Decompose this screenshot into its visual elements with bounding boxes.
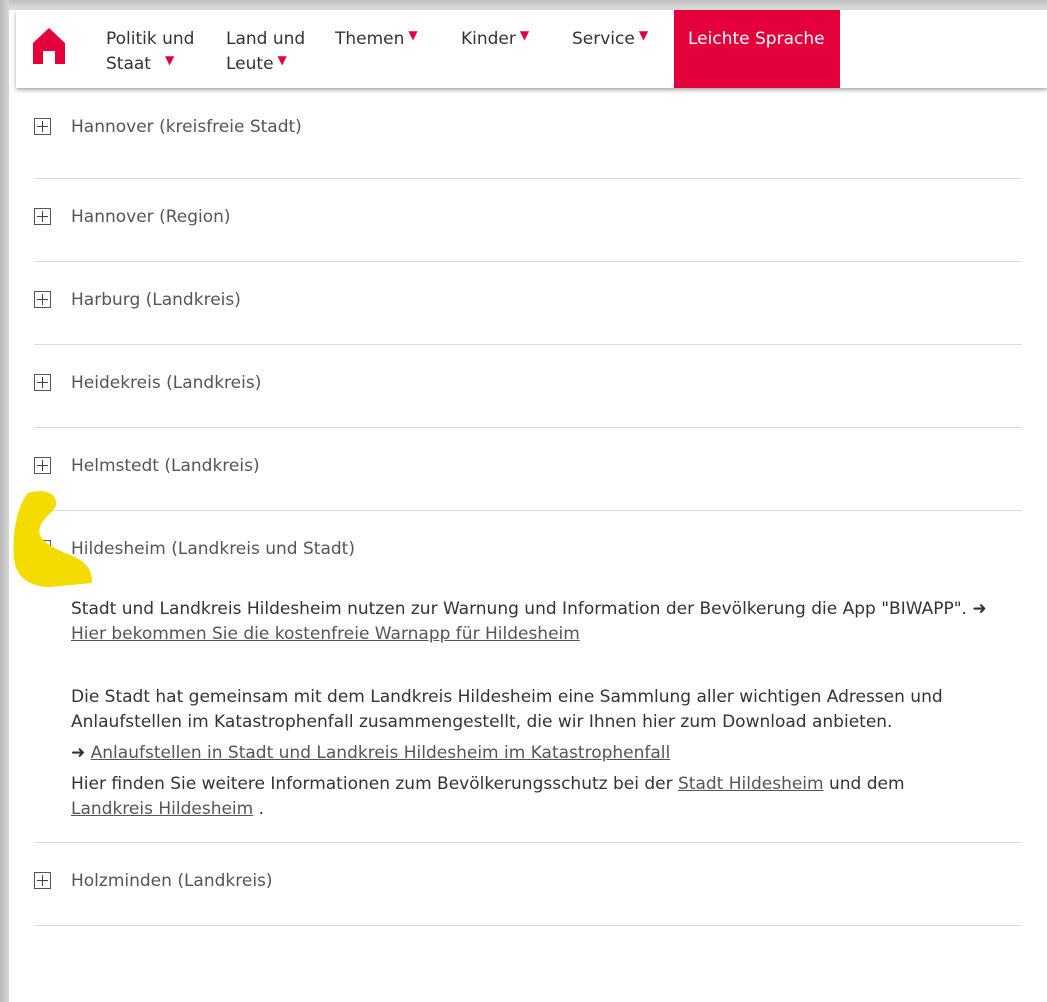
accordion-item: Harburg (Landkreis) — [34, 262, 1022, 345]
anlaufstellen-link[interactable]: Anlaufstellen in Stadt und Landkreis Hil… — [91, 743, 671, 763]
accordion-title: Hannover (Region) — [71, 207, 231, 227]
expand-plus-icon[interactable] — [34, 118, 51, 135]
nav-label-line1: Politik und — [106, 29, 195, 49]
nav-item-themen[interactable]: Themen ▼ — [335, 27, 418, 52]
browser-frame-top — [0, 0, 1047, 10]
accordion-item: Holzminden (Landkreis) — [34, 843, 1022, 926]
nav-label-line1: Land und — [226, 29, 306, 49]
nav-item-service[interactable]: Service ▼ — [572, 27, 648, 52]
weitere-info-paragraph: Hier finden Sie weitere Informationen zu… — [71, 772, 1022, 822]
nav-label: Kinder — [461, 29, 516, 49]
biwapp-text: Stadt und Landkreis Hildesheim nutzen zu… — [71, 599, 987, 619]
warnapp-link[interactable]: Hier bekommen Sie die kostenfreie Warnap… — [71, 624, 580, 644]
accordion-item: Hannover (kreisfreie Stadt) — [34, 90, 1022, 179]
accordion-item-expanded: Hildesheim (Landkreis und Stadt) Stadt u… — [34, 511, 1022, 843]
nav-item-land-und-leute[interactable]: Land und Leute ▼ — [226, 27, 305, 77]
weitere-info-mid: und dem — [823, 774, 905, 794]
nav-label: Themen — [335, 29, 405, 49]
expand-plus-icon[interactable] — [34, 374, 51, 391]
expand-plus-icon[interactable] — [34, 291, 51, 308]
accordion-title: Heidekreis (Landkreis) — [71, 373, 262, 393]
accordion-header-hannover-region[interactable]: Hannover (Region) — [34, 179, 1022, 261]
nav-item-kinder[interactable]: Kinder ▼ — [461, 27, 529, 52]
expand-plus-icon[interactable] — [34, 872, 51, 889]
accordion-header-harburg[interactable]: Harburg (Landkreis) — [34, 262, 1022, 344]
landkreis-hildesheim-link[interactable]: Landkreis Hildesheim — [71, 799, 253, 819]
accordion-header-hildesheim[interactable]: Hildesheim (Landkreis und Stadt) — [34, 511, 1022, 593]
nav-item-leichte-sprache[interactable]: Leichte Sprache — [674, 10, 840, 88]
accordion-header-hannover-kreisfreie-stadt[interactable]: Hannover (kreisfreie Stadt) — [34, 90, 1022, 178]
arrow-icon: ➜ — [71, 743, 91, 763]
nav-label: Service — [572, 29, 635, 49]
browser-frame-left — [0, 0, 9, 1002]
accordion-title: Holzminden (Landkreis) — [71, 871, 273, 891]
expand-plus-icon[interactable] — [34, 457, 51, 474]
accordion-item: Heidekreis (Landkreis) — [34, 345, 1022, 428]
main-navigation: Politik und Staat ▼ Land und Leute ▼ Theme… — [16, 10, 1047, 88]
sammlung-paragraph: Die Stadt hat gemeinsam mit dem Landkrei… — [71, 687, 943, 732]
dropdown-triangle-icon: ▼ — [519, 28, 530, 42]
accordion-header-holzminden[interactable]: Holzminden (Landkreis) — [34, 843, 1022, 925]
home-icon[interactable] — [32, 27, 66, 65]
accordion-header-heidekreis[interactable]: Heidekreis (Landkreis) — [34, 345, 1022, 427]
anlaufstellen-paragraph: ➜ Anlaufstellen in Stadt und Landkreis H… — [71, 741, 1022, 766]
weitere-info-text: Hier finden Sie weitere Informationen zu… — [71, 774, 678, 794]
district-accordion: Hannover (kreisfreie Stadt) Hannover (Re… — [34, 90, 1022, 926]
accordion-title: Harburg (Landkreis) — [71, 290, 241, 310]
dropdown-triangle-icon: ▼ — [164, 53, 175, 67]
accordion-header-helmstedt[interactable]: Helmstedt (Landkreis) — [34, 428, 1022, 510]
accordion-item: Helmstedt (Landkreis) — [34, 428, 1022, 511]
accordion-item: Hannover (Region) — [34, 179, 1022, 262]
nav-item-politik-und-staat[interactable]: Politik und Staat ▼ — [106, 27, 194, 77]
nav-label-line2: Leute — [226, 54, 274, 74]
expand-plus-icon[interactable] — [34, 208, 51, 225]
accordion-title: Hildesheim (Landkreis und Stadt) — [71, 539, 355, 559]
yellow-highlight-mark — [13, 491, 92, 587]
accordion-title: Hannover (kreisfreie Stadt) — [71, 117, 302, 137]
dropdown-triangle-icon: ▼ — [408, 28, 418, 42]
weitere-info-end: . — [253, 799, 265, 819]
dropdown-triangle-icon: ▼ — [277, 53, 287, 67]
biwapp-paragraph: Stadt und Landkreis Hildesheim nutzen zu… — [71, 597, 1022, 647]
accordion-title: Helmstedt (Landkreis) — [71, 456, 260, 476]
stadt-hildesheim-link[interactable]: Stadt Hildesheim — [678, 774, 824, 794]
dropdown-triangle-icon: ▼ — [638, 28, 649, 42]
accordion-body-hildesheim: Stadt und Landkreis Hildesheim nutzen zu… — [34, 593, 1022, 842]
nav-label-line2: Staat — [106, 54, 151, 74]
